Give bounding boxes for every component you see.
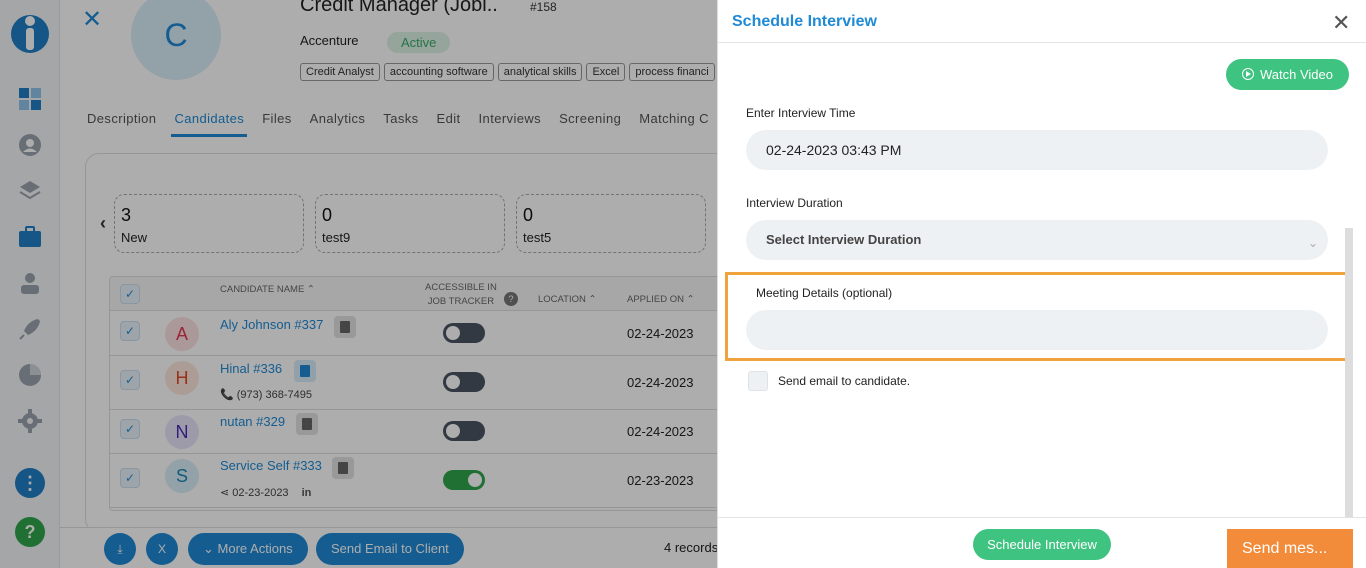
interview-time-label: Enter Interview Time: [746, 106, 856, 120]
send-email-checkbox[interactable]: [748, 371, 768, 391]
interview-duration-label: Interview Duration: [746, 196, 843, 210]
close-icon[interactable]: ✕: [1332, 12, 1350, 34]
drawer-footer: Schedule Interview Send mes...: [718, 517, 1366, 568]
schedule-interview-button[interactable]: Schedule Interview: [973, 529, 1111, 560]
play-icon: [1242, 68, 1254, 80]
modal-backdrop[interactable]: [60, 0, 718, 568]
meeting-details-input[interactable]: [746, 310, 1328, 350]
send-message-button[interactable]: Send mes...: [1227, 529, 1353, 568]
drawer-header: Schedule Interview ✕: [718, 0, 1366, 43]
send-email-label: Send email to candidate.: [778, 374, 911, 388]
chevron-down-icon: ⌄: [1308, 236, 1319, 250]
interview-duration-select[interactable]: Select Interview Duration: [746, 220, 1328, 260]
drawer-scrollbar[interactable]: [1345, 228, 1353, 518]
watch-video-button[interactable]: Watch Video: [1226, 59, 1349, 90]
modal-backdrop[interactable]: [0, 0, 60, 568]
drawer-title: Schedule Interview: [732, 13, 877, 30]
interview-time-input[interactable]: 02-24-2023 03:43 PM: [746, 130, 1328, 170]
schedule-interview-drawer: Schedule Interview ✕ Watch Video Enter I…: [717, 0, 1366, 568]
meeting-details-label: Meeting Details (optional): [756, 286, 893, 300]
